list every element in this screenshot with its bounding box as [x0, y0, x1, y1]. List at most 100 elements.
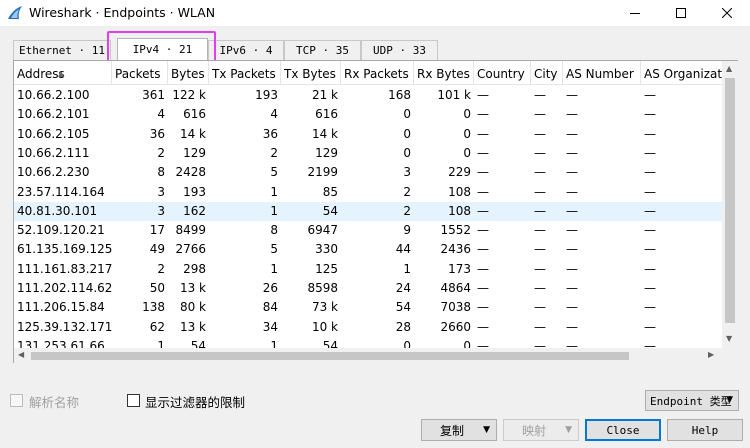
scroll-left-icon[interactable]: ◀ — [18, 351, 24, 359]
table-row[interactable]: 10.66.2.105 36 14 k 36 14 k 0 0 — — — — — [14, 125, 722, 144]
table-row[interactable]: 10.66.2.101 4 616 4 616 0 0 — — — — — [14, 105, 722, 124]
table-cell: 13 k — [179, 319, 206, 334]
table-cell: — — [566, 107, 578, 122]
table-row[interactable]: 10.66.2.230 8 2428 5 2199 3 229 — — — — — [14, 163, 722, 182]
column-header-rx-bytes[interactable]: Rx Bytes — [414, 61, 474, 85]
maximize-button[interactable] — [658, 0, 704, 26]
tab-ipv6[interactable]: IPv6 · 4 — [208, 40, 284, 60]
table-cell: — — [566, 281, 578, 295]
table-cell: 61.135.169.125 — [17, 242, 112, 257]
table-cell: — — [477, 145, 489, 160]
table-cell: 17 — [149, 223, 165, 238]
limit-display-filter-label: 显示过滤器的限制 — [145, 395, 246, 410]
table-row[interactable]: 10.66.2.100 361 122 k 193 21 k 168 101 k — — — — — [14, 86, 722, 105]
table-row[interactable]: 111.206.15.84 138 80 k 84 73 k 54 7038 — — — — — [14, 298, 722, 317]
table-cell: — — [477, 203, 489, 218]
chevron-down-icon: ▼ — [565, 425, 572, 435]
column-header-packets[interactable]: Packets — [112, 61, 168, 85]
minimize-button[interactable] — [612, 0, 658, 26]
table-cell: 85 — [322, 184, 338, 199]
scroll-down-icon[interactable]: ▼ — [726, 335, 732, 343]
limit-display-filter-checkbox[interactable] — [127, 394, 140, 407]
column-header-as-number[interactable]: AS Number — [563, 61, 641, 85]
table-row[interactable]: 52.109.120.21 17 8499 8 6947 9 1552 — — — — — [14, 221, 722, 240]
table-row[interactable]: 10.66.2.111 2 129 2 129 0 0 — — — — — [14, 144, 722, 163]
table-cell: 129 — [315, 145, 338, 160]
table-row[interactable]: 111.161.83.217 2 298 1 125 1 173 — — — — — [14, 260, 722, 279]
table-row[interactable]: 125.39.132.171 62 13 k 34 10 k 28 2660 — — — — — [14, 318, 722, 337]
endpoint-type-dropdown[interactable]: Endpoint 类型 ▼ — [645, 390, 739, 411]
column-header-address[interactable]: Address ▲ — [14, 61, 112, 85]
table-cell: 2 — [270, 145, 278, 160]
column-header-rx-packets[interactable]: Rx Packets — [341, 61, 414, 85]
table-cell: 0 — [403, 126, 411, 141]
table-cell: 0 — [463, 338, 471, 348]
table-cell: — — [566, 203, 578, 218]
table-cell: 8499 — [175, 223, 206, 238]
table-cell: — — [534, 107, 546, 122]
close-window-button[interactable] — [704, 0, 750, 26]
horizontal-scrollbar[interactable]: ◀ ▶ — [14, 348, 722, 363]
table-cell: — — [566, 88, 578, 102]
table-cell: 3 — [157, 184, 165, 199]
endpoints-table[interactable]: Address ▲ Packets Bytes Tx Packets Tx Byt… — [13, 60, 738, 363]
copy-button[interactable]: 复制 ▼ — [421, 419, 497, 441]
table-cell: 24 — [395, 281, 411, 295]
table-cell: — — [566, 261, 578, 276]
table-cell: — — [477, 338, 489, 348]
close-button[interactable]: Close — [585, 419, 661, 441]
column-header-tx-packets[interactable]: Tx Packets — [209, 61, 281, 85]
scroll-up-icon[interactable]: ▲ — [726, 65, 732, 73]
scroll-right-icon[interactable]: ▶ — [708, 351, 714, 359]
column-header-tx-bytes[interactable]: Tx Bytes — [281, 61, 341, 85]
table-cell: — — [477, 107, 489, 122]
table-cell: 0 — [403, 145, 411, 160]
table-cell: 0 — [463, 145, 471, 160]
table-row[interactable]: 61.135.169.125 49 2766 5 330 44 2436 — — — — — [14, 240, 722, 259]
tab-ethernet[interactable]: Ethernet · 11 — [13, 40, 111, 60]
table-cell: 36 — [149, 126, 165, 141]
tab-tcp[interactable]: TCP · 35 — [284, 40, 361, 60]
table-cell: — — [644, 261, 656, 276]
vertical-scroll-thumb[interactable] — [725, 78, 735, 323]
table-cell: 1 — [270, 184, 278, 199]
table-cell: — — [477, 184, 489, 199]
table-cell: 131.253.61.66 — [17, 338, 105, 348]
resolve-names-checkbox[interactable] — [10, 394, 23, 407]
table-row[interactable]: 111.202.114.62 50 13 k 26 8598 24 4864 — — — — — [14, 279, 722, 298]
table-cell: 23.57.114.164 — [17, 184, 105, 199]
vertical-scrollbar[interactable]: ▲ ▼ — [722, 61, 738, 348]
table-cell: — — [566, 126, 578, 141]
map-button[interactable]: 映射 ▼ — [503, 419, 579, 441]
table-cell: 54 — [190, 338, 206, 348]
table-cell: 162 — [183, 203, 206, 218]
table-cell: 8 — [157, 165, 165, 180]
column-header-country[interactable]: Country — [474, 61, 531, 85]
table-cell: 298 — [183, 261, 206, 276]
table-cell: 49 — [149, 242, 165, 257]
table-cell: — — [644, 184, 656, 199]
table-cell: 28 — [395, 319, 411, 334]
table-cell: — — [477, 88, 489, 102]
table-cell: — — [534, 165, 546, 180]
table-cell: — — [644, 165, 656, 180]
help-button[interactable]: Help — [667, 419, 743, 441]
column-header-city[interactable]: City — [531, 61, 563, 85]
table-cell: 2 — [157, 261, 165, 276]
table-cell: 9 — [403, 223, 411, 238]
table-cell: — — [644, 338, 656, 348]
table-cell: — — [566, 242, 578, 257]
column-header-as-organization[interactable]: AS Organizat — [641, 61, 722, 85]
table-cell: — — [534, 300, 546, 315]
table-cell: 101 k — [437, 88, 471, 102]
table-row[interactable]: 131.253.61.66 1 54 1 54 0 0 — — — — — [14, 337, 722, 348]
table-row[interactable]: 40.81.30.101 3 162 1 54 2 108 — — — — — [14, 201, 722, 222]
table-cell: 2660 — [440, 319, 471, 334]
table-cell: 108 — [448, 203, 471, 218]
table-row[interactable]: 23.57.114.164 3 193 1 85 2 108 — — — — — [14, 183, 722, 202]
horizontal-scroll-thumb[interactable] — [31, 352, 629, 360]
table-cell: 193 — [183, 184, 206, 199]
column-header-bytes[interactable]: Bytes — [168, 61, 209, 85]
tab-ipv4[interactable]: IPv4 · 21 — [117, 38, 208, 60]
tab-udp[interactable]: UDP · 33 — [361, 40, 438, 60]
